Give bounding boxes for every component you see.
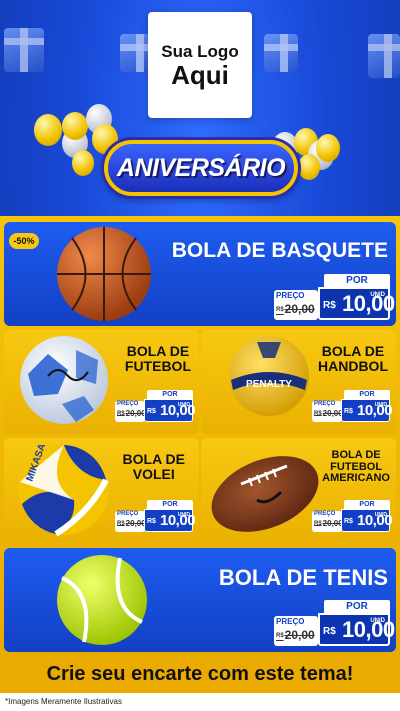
balloon-icon — [34, 114, 62, 146]
currency: R$ — [344, 408, 353, 415]
anniversary-banner: ANIVERSÁRIO — [104, 140, 298, 196]
old-price: 20,00 — [322, 519, 343, 528]
disclaimer-bar: *Imagens Meramente Ilustrativas — [0, 693, 400, 711]
old-price: 20,00 — [125, 519, 146, 528]
title-line1: BOLA DE — [122, 451, 185, 467]
preco-label: PREÇO — [276, 291, 305, 300]
unid-label: UNID — [370, 292, 385, 298]
new-price-box: R$ 10,00 UNID — [144, 509, 196, 532]
old-price: 20,00 — [284, 628, 315, 642]
volleyball-icon: MIKASA — [19, 442, 109, 537]
ball-brand-text: PENALTY — [246, 379, 292, 390]
currency: R$ — [323, 626, 336, 637]
new-price: 10,00 — [342, 291, 395, 316]
price-tag: POR PREÇO R$20,00 R$ 10,00 UNID — [115, 500, 196, 534]
unid-label: UNID — [177, 512, 190, 518]
currency: R$ — [147, 518, 156, 525]
banner-text: ANIVERSÁRIO — [116, 153, 286, 182]
title-line2: VOLEI — [132, 465, 175, 482]
old-price: 20,00 — [284, 302, 315, 316]
old-currency: R$ — [276, 632, 284, 639]
cta-text: Crie seu encarte com este tema! — [46, 662, 354, 685]
old-currency: R$ — [276, 306, 284, 313]
new-price-box: R$ 10,00 UNID — [318, 287, 395, 320]
new-price: 10,00 — [342, 617, 395, 642]
soccer-ball-icon — [20, 336, 108, 424]
currency: R$ — [344, 518, 353, 525]
balloon-icon — [62, 112, 88, 140]
product-title: BOLA DE FUTEBOL AMERICANO — [322, 449, 390, 485]
title-line1: BOLA DE — [126, 343, 190, 359]
product-title: BOLA DE FUTEBOL — [125, 344, 191, 373]
tennis-ball-icon — [57, 555, 147, 645]
old-price: 20,00 — [322, 409, 343, 418]
product-title: BOLA DE VOLEI — [123, 452, 185, 481]
balloon-icon — [72, 150, 94, 176]
title-line2: FUTEBOL — [124, 357, 191, 374]
price-tag: POR PREÇO R$20,00 R$ 10,00 UNID — [274, 274, 395, 324]
old-price-box: PREÇO R$20,00 — [274, 616, 318, 646]
currency: R$ — [147, 408, 156, 415]
preco-label: PREÇO — [117, 511, 139, 517]
product-card-tenis[interactable]: BOLA DE TENIS POR PREÇO R$20,00 R$ 10,00… — [4, 548, 396, 652]
title-line1: BOLA DE — [321, 343, 385, 359]
old-currency: R$ — [314, 410, 322, 417]
american-football-icon — [211, 456, 319, 532]
currency: R$ — [323, 300, 336, 311]
product-card-volei[interactable]: MIKASA BOLA DE VOLEI POR PREÇO R$20,00 R… — [4, 438, 199, 542]
discount-badge: -50% — [9, 233, 39, 249]
price-tag: POR PREÇO R$20,00 R$ 10,00 UNID — [312, 390, 393, 424]
por-label: POR — [324, 274, 390, 287]
unid-label: UNID — [374, 402, 387, 408]
old-price-box: PREÇO R$20,00 — [115, 511, 146, 532]
product-card-basquete[interactable]: BOLA DE BASQUETE POR PREÇO R$20,00 R$ 10… — [4, 222, 396, 326]
product-title: BOLA DE HANDBOL — [318, 344, 388, 373]
unid-label: UNID — [177, 402, 190, 408]
old-price-box: PREÇO R$20,00 — [274, 290, 318, 320]
new-price-box: R$ 10,00 UNID — [341, 399, 393, 422]
price-tag: POR PREÇO R$20,00 R$ 10,00 UNID — [312, 500, 393, 534]
product-card-futebol[interactable]: BOLA DE FUTEBOL POR PREÇO R$20,00 R$ 10,… — [4, 330, 199, 434]
new-price-box: R$ 10,00 UNID — [341, 509, 393, 532]
handball-icon: PENALTY — [229, 336, 309, 416]
preco-label: PREÇO — [117, 401, 139, 407]
old-price-box: PREÇO R$20,00 — [312, 401, 343, 422]
old-price: 20,00 — [125, 409, 146, 418]
product-title: BOLA DE BASQUETE — [171, 239, 388, 262]
balloon-icon — [298, 154, 320, 180]
old-price-box: PREÇO R$20,00 — [312, 511, 343, 532]
new-price-box: R$ 10,00 UNID — [318, 613, 395, 646]
logo-line2: Aqui — [171, 60, 229, 90]
title-line2: HANDBOL — [318, 357, 388, 374]
unid-label: UNID — [374, 512, 387, 518]
preco-label: PREÇO — [314, 511, 336, 517]
logo-line1: Sua Logo — [161, 42, 239, 61]
product-title: BOLA DE TENIS — [218, 565, 388, 590]
title-line1: BOLA DE — [331, 449, 381, 461]
old-currency: R$ — [117, 410, 125, 417]
disclaimer-text: *Imagens Meramente Ilustrativas — [5, 697, 122, 706]
price-tag: POR PREÇO R$20,00 R$ 10,00 UNID — [274, 600, 395, 650]
old-price-box: PREÇO R$20,00 — [115, 401, 146, 422]
basketball-icon — [57, 227, 151, 321]
title-line3: AMERICANO — [322, 472, 390, 485]
preco-label: PREÇO — [276, 617, 305, 626]
new-price-box: R$ 10,00 UNID — [144, 399, 196, 422]
preco-label: PREÇO — [314, 401, 336, 407]
gift-icon — [264, 34, 298, 72]
cta-banner[interactable]: Crie seu encarte com este tema! — [0, 655, 400, 693]
logo-placeholder: Sua Logo Aqui — [148, 12, 252, 118]
unid-label: UNID — [370, 618, 385, 624]
gift-icon — [368, 34, 400, 78]
gift-icon — [4, 28, 44, 72]
old-currency: R$ — [117, 520, 125, 527]
product-card-handbol[interactable]: PENALTY BOLA DE HANDBOL POR PREÇO R$20,0… — [201, 330, 396, 434]
balloon-icon — [316, 134, 340, 162]
price-tag: POR PREÇO R$20,00 R$ 10,00 UNID — [115, 390, 196, 424]
product-card-futebol-americano[interactable]: BOLA DE FUTEBOL AMERICANO POR PREÇO R$20… — [201, 438, 396, 542]
old-currency: R$ — [314, 520, 322, 527]
por-label: POR — [324, 600, 390, 613]
